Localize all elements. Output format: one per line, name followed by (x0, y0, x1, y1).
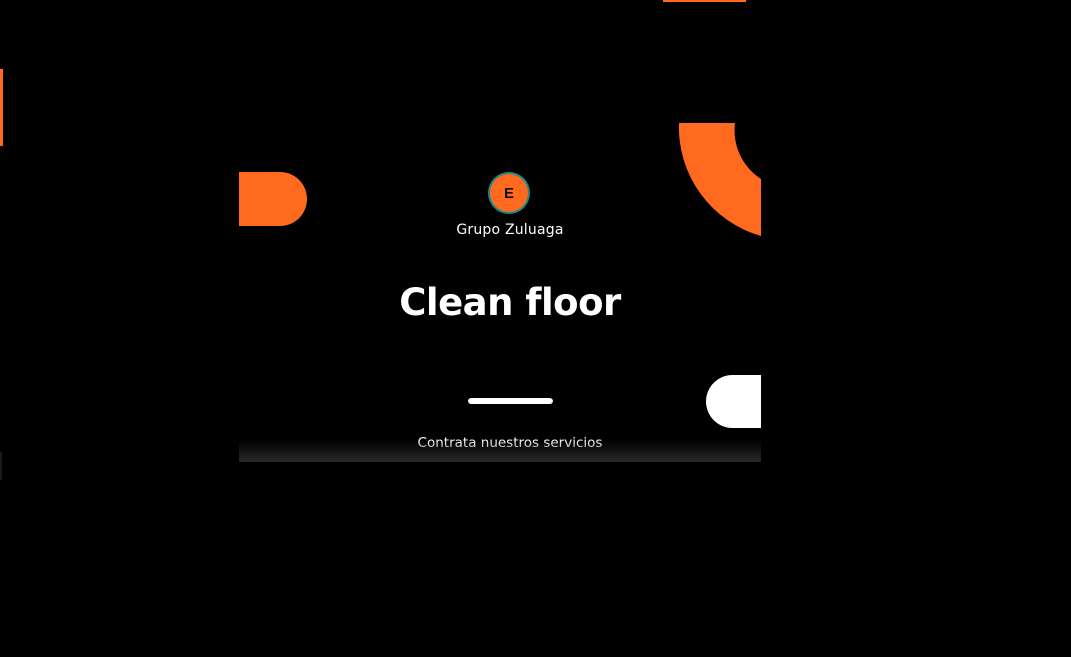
app-title: Clean floor (399, 281, 621, 324)
splash-card: E Grupo Zuluaga Clean floor Contrata nue… (239, 121, 761, 462)
quarter-ring-svg (679, 123, 761, 236)
brand-logo: E (490, 174, 528, 212)
loading-bar-fill (468, 398, 553, 404)
brand-name: Grupo Zuluaga (456, 222, 564, 238)
accent-bar-top (663, 0, 746, 2)
logo-letter: E (503, 184, 514, 202)
orange-half-pill-shape (239, 172, 307, 226)
bottom-fade (239, 440, 761, 462)
white-half-pill-shape (706, 375, 761, 428)
orange-quarter-ring-shape (679, 123, 761, 236)
loading-bar (468, 398, 553, 404)
app-screen: E Grupo Zuluaga Clean floor Contrata nue… (0, 0, 1071, 657)
accent-bar-left (0, 69, 3, 146)
edge-fragment (0, 452, 2, 480)
